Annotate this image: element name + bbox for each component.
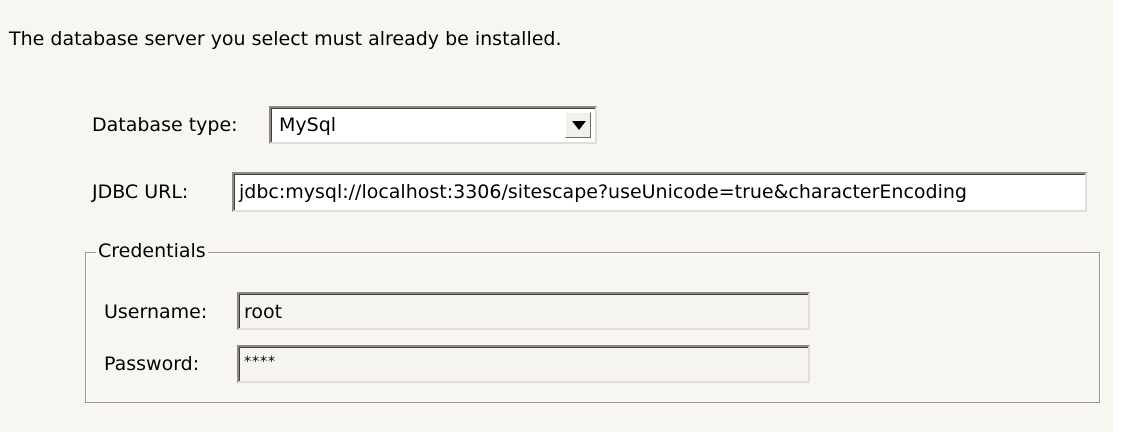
password-input[interactable]: **** bbox=[237, 345, 810, 383]
jdbc-url-value: jdbc:mysql://localhost:3306/sitescape?us… bbox=[239, 181, 967, 203]
database-type-value: MySql bbox=[279, 114, 337, 136]
username-input[interactable]: root bbox=[237, 292, 810, 330]
username-value: root bbox=[244, 301, 283, 323]
username-label: Username: bbox=[104, 301, 208, 323]
jdbc-url-input[interactable]: jdbc:mysql://localhost:3306/sitescape?us… bbox=[232, 172, 1087, 212]
database-type-select[interactable]: MySql bbox=[269, 106, 597, 144]
database-type-label: Database type: bbox=[92, 114, 238, 136]
database-settings-panel: The database server you select must alre… bbox=[0, 0, 1113, 432]
password-value: **** bbox=[244, 354, 276, 370]
credentials-title: Credentials bbox=[96, 239, 208, 263]
password-label: Password: bbox=[104, 353, 200, 375]
jdbc-url-label: JDBC URL: bbox=[92, 181, 189, 203]
intro-text: The database server you select must alre… bbox=[9, 28, 562, 50]
chevron-down-icon[interactable] bbox=[565, 112, 591, 138]
